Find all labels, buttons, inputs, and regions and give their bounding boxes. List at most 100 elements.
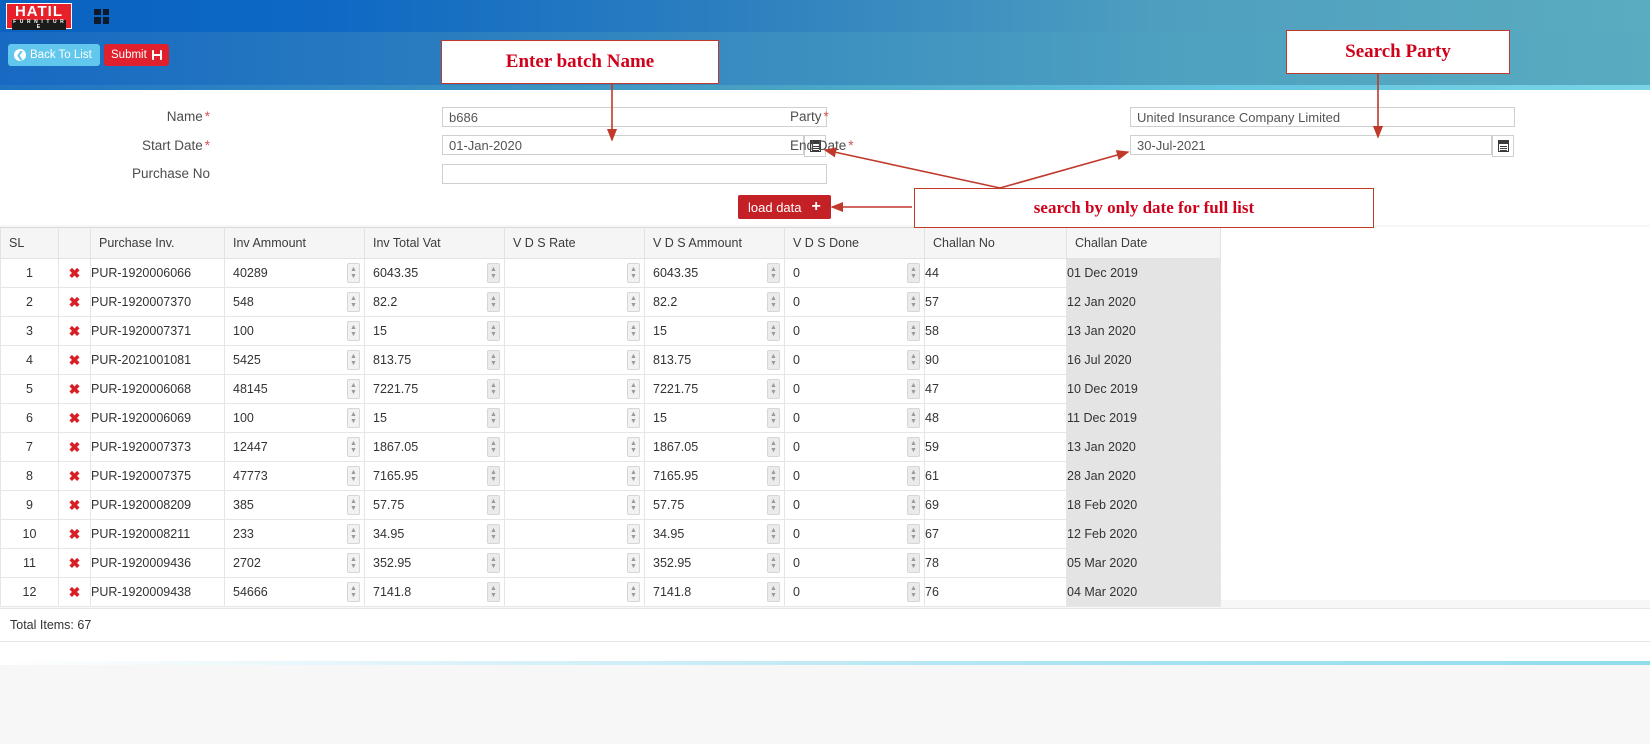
spinner-updown-icon[interactable]: ▲ ▼ — [907, 263, 920, 283]
spinner-updown-icon[interactable]: ▲ ▼ — [347, 292, 360, 312]
end-date-calendar-button[interactable] — [1492, 135, 1514, 157]
col-vds-done[interactable]: V D S Done — [784, 227, 925, 259]
submit-button[interactable]: Submit — [104, 44, 169, 66]
cell-vds-amount[interactable]: 7165.95 ▲ ▼ — [644, 461, 785, 491]
cell-vds-done[interactable]: 0 ▲ ▼ — [784, 490, 925, 520]
cell-vds-done[interactable]: 0 ▲ ▼ — [784, 374, 925, 404]
cell-inv-total-vat[interactable]: 7141.8 ▲ ▼ — [364, 577, 505, 607]
spinner-updown-icon[interactable]: ▲ ▼ — [767, 350, 780, 370]
cell-delete[interactable]: ✖ — [58, 258, 91, 288]
cell-inv-total-vat[interactable]: 15 ▲ ▼ — [364, 403, 505, 433]
delete-x-icon[interactable]: ✖ — [69, 381, 81, 397]
cell-delete[interactable]: ✖ — [58, 548, 91, 578]
cell-vds-done[interactable]: 0 ▲ ▼ — [784, 316, 925, 346]
cell-vds-amount[interactable]: 6043.35 ▲ ▼ — [644, 258, 785, 288]
spinner-updown-icon[interactable]: ▲ ▼ — [627, 321, 640, 341]
cell-delete[interactable]: ✖ — [58, 374, 91, 404]
spinner-updown-icon[interactable]: ▲ ▼ — [347, 524, 360, 544]
cell-inv-amount[interactable]: 100 ▲ ▼ — [224, 316, 365, 346]
cell-vds-rate[interactable]: ▲ ▼ — [504, 548, 645, 578]
delete-x-icon[interactable]: ✖ — [69, 265, 81, 281]
spinner-updown-icon[interactable]: ▲ ▼ — [767, 466, 780, 486]
cell-delete[interactable]: ✖ — [58, 316, 91, 346]
spinner-updown-icon[interactable]: ▲ ▼ — [487, 524, 500, 544]
name-input[interactable] — [442, 107, 827, 127]
spinner-updown-icon[interactable]: ▲ ▼ — [627, 524, 640, 544]
back-to-list-button[interactable]: ❮ Back To List — [8, 44, 100, 66]
cell-vds-done[interactable]: 0 ▲ ▼ — [784, 519, 925, 549]
delete-x-icon[interactable]: ✖ — [69, 526, 81, 542]
cell-inv-total-vat[interactable]: 57.75 ▲ ▼ — [364, 490, 505, 520]
spinner-updown-icon[interactable]: ▲ ▼ — [347, 495, 360, 515]
spinner-updown-icon[interactable]: ▲ ▼ — [347, 408, 360, 428]
cell-delete[interactable]: ✖ — [58, 345, 91, 375]
cell-vds-done[interactable]: 0 ▲ ▼ — [784, 548, 925, 578]
cell-vds-rate[interactable]: ▲ ▼ — [504, 490, 645, 520]
spinner-updown-icon[interactable]: ▲ ▼ — [627, 292, 640, 312]
cell-vds-done[interactable]: 0 ▲ ▼ — [784, 461, 925, 491]
spinner-updown-icon[interactable]: ▲ ▼ — [907, 582, 920, 602]
cell-vds-rate[interactable]: ▲ ▼ — [504, 287, 645, 317]
cell-vds-amount[interactable]: 82.2 ▲ ▼ — [644, 287, 785, 317]
spinner-updown-icon[interactable]: ▲ ▼ — [487, 321, 500, 341]
party-input[interactable] — [1130, 107, 1515, 127]
spinner-updown-icon[interactable]: ▲ ▼ — [907, 292, 920, 312]
delete-x-icon[interactable]: ✖ — [69, 439, 81, 455]
cell-inv-amount[interactable]: 100 ▲ ▼ — [224, 403, 365, 433]
col-inv-amount[interactable]: Inv Ammount — [224, 227, 365, 259]
spinner-updown-icon[interactable]: ▲ ▼ — [907, 379, 920, 399]
col-challan-date[interactable]: Challan Date — [1066, 227, 1221, 259]
cell-vds-amount[interactable]: 7221.75 ▲ ▼ — [644, 374, 785, 404]
cell-delete[interactable]: ✖ — [58, 432, 91, 462]
cell-inv-total-vat[interactable]: 82.2 ▲ ▼ — [364, 287, 505, 317]
cell-vds-rate[interactable]: ▲ ▼ — [504, 432, 645, 462]
delete-x-icon[interactable]: ✖ — [69, 584, 81, 600]
cell-vds-rate[interactable]: ▲ ▼ — [504, 316, 645, 346]
spinner-updown-icon[interactable]: ▲ ▼ — [627, 437, 640, 457]
spinner-updown-icon[interactable]: ▲ ▼ — [347, 379, 360, 399]
cell-vds-amount[interactable]: 15 ▲ ▼ — [644, 403, 785, 433]
spinner-updown-icon[interactable]: ▲ ▼ — [347, 437, 360, 457]
spinner-updown-icon[interactable]: ▲ ▼ — [347, 263, 360, 283]
cell-inv-amount[interactable]: 5425 ▲ ▼ — [224, 345, 365, 375]
cell-vds-rate[interactable]: ▲ ▼ — [504, 461, 645, 491]
cell-inv-total-vat[interactable]: 34.95 ▲ ▼ — [364, 519, 505, 549]
cell-vds-amount[interactable]: 15 ▲ ▼ — [644, 316, 785, 346]
spinner-updown-icon[interactable]: ▲ ▼ — [627, 495, 640, 515]
grid-icon[interactable] — [94, 8, 109, 24]
spinner-updown-icon[interactable]: ▲ ▼ — [347, 582, 360, 602]
delete-x-icon[interactable]: ✖ — [69, 497, 81, 513]
cell-vds-rate[interactable]: ▲ ▼ — [504, 258, 645, 288]
spinner-updown-icon[interactable]: ▲ ▼ — [767, 553, 780, 573]
delete-x-icon[interactable]: ✖ — [69, 410, 81, 426]
delete-x-icon[interactable]: ✖ — [69, 352, 81, 368]
cell-vds-rate[interactable]: ▲ ▼ — [504, 403, 645, 433]
col-inv-total-vat[interactable]: Inv Total Vat — [364, 227, 505, 259]
cell-delete[interactable]: ✖ — [58, 403, 91, 433]
spinner-updown-icon[interactable]: ▲ ▼ — [487, 495, 500, 515]
spinner-updown-icon[interactable]: ▲ ▼ — [767, 582, 780, 602]
spinner-updown-icon[interactable]: ▲ ▼ — [767, 495, 780, 515]
cell-vds-rate[interactable]: ▲ ▼ — [504, 374, 645, 404]
col-sl[interactable]: SL — [0, 227, 59, 259]
cell-vds-rate[interactable]: ▲ ▼ — [504, 577, 645, 607]
purchase-no-input[interactable] — [442, 164, 827, 184]
spinner-updown-icon[interactable]: ▲ ▼ — [767, 321, 780, 341]
delete-x-icon[interactable]: ✖ — [69, 294, 81, 310]
spinner-updown-icon[interactable]: ▲ ▼ — [487, 582, 500, 602]
spinner-updown-icon[interactable]: ▲ ▼ — [487, 263, 500, 283]
spinner-updown-icon[interactable]: ▲ ▼ — [767, 379, 780, 399]
col-challan-no[interactable]: Challan No — [924, 227, 1067, 259]
spinner-updown-icon[interactable]: ▲ ▼ — [767, 524, 780, 544]
spinner-updown-icon[interactable]: ▲ ▼ — [767, 437, 780, 457]
cell-delete[interactable]: ✖ — [58, 490, 91, 520]
spinner-updown-icon[interactable]: ▲ ▼ — [907, 495, 920, 515]
spinner-updown-icon[interactable]: ▲ ▼ — [907, 408, 920, 428]
load-data-button[interactable]: load data + — [738, 195, 831, 219]
cell-inv-amount[interactable]: 47773 ▲ ▼ — [224, 461, 365, 491]
cell-vds-amount[interactable]: 352.95 ▲ ▼ — [644, 548, 785, 578]
spinner-updown-icon[interactable]: ▲ ▼ — [347, 350, 360, 370]
spinner-updown-icon[interactable]: ▲ ▼ — [487, 553, 500, 573]
col-vds-rate[interactable]: V D S Rate — [504, 227, 645, 259]
spinner-updown-icon[interactable]: ▲ ▼ — [907, 321, 920, 341]
